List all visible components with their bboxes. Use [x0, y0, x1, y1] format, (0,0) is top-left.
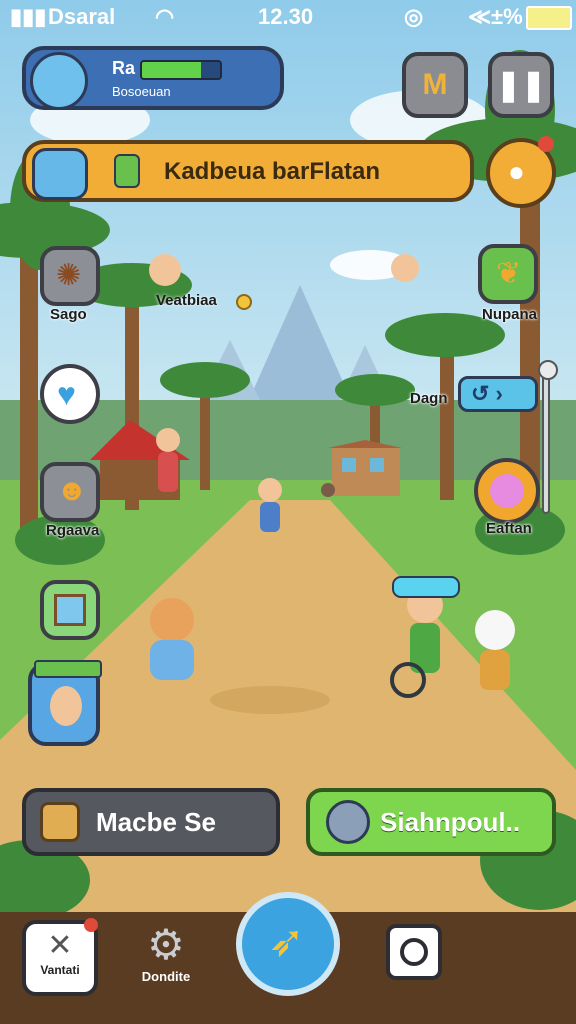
health-bar-fill	[142, 62, 201, 78]
smile-icon: ☻	[56, 474, 88, 507]
status-bar: ▮▮▮ Dsaral ◠ 12.30 ◎ ≪±%	[0, 0, 576, 34]
siahnpoul-button[interactable]: Siahnpoul..	[306, 788, 556, 856]
coin-icon	[236, 294, 252, 310]
quest-banner-text: Kadbeua barFlatan	[164, 158, 381, 185]
house	[328, 440, 402, 496]
toggle-icon: ↺ ›	[471, 381, 503, 406]
menu-label-rgaava: Rgaava	[46, 522, 100, 539]
menu-label-nupana: Nupana	[482, 306, 538, 323]
creature-icon	[326, 800, 370, 844]
menu-item-rgaava[interactable]: ☻	[40, 462, 100, 522]
companion-avatar	[50, 686, 82, 726]
siahnpoul-label: Siahnpoul..	[380, 806, 521, 837]
menu-item-eaftan[interactable]	[474, 458, 540, 524]
heart-icon: ♥	[57, 376, 76, 412]
signal-icon: ▮▮▮	[10, 4, 47, 29]
nav-notification-dot	[84, 918, 98, 932]
companion-bar	[34, 660, 102, 678]
menu-item-picture[interactable]	[40, 580, 100, 640]
menu-item-heart[interactable]: ♥	[40, 364, 100, 424]
menu-label-dagn: Dagn	[410, 390, 448, 407]
menu-label-eaftan: Eaftan	[486, 520, 532, 537]
player-avatar[interactable]	[30, 52, 88, 110]
companion-card[interactable]	[28, 660, 102, 746]
player-name: Ra	[112, 58, 136, 78]
macbe-se-button[interactable]: Macbe Se	[22, 788, 280, 856]
nav-label-dondite: Dondite	[141, 969, 191, 984]
compass-button[interactable]: ➶	[236, 892, 340, 996]
carrier-name: Dsaral	[48, 4, 116, 29]
quest-icon	[32, 148, 88, 200]
menu-label-sago: Sago	[50, 306, 87, 323]
leaf-icon: ❦	[496, 257, 522, 290]
menu-item-sago[interactable]: ✺	[40, 246, 100, 306]
map-icon: M	[422, 68, 448, 101]
profile-button[interactable]: ●	[486, 136, 556, 208]
player-profile-card[interactable]: Ra Bosoeuan	[22, 46, 284, 110]
nav-item-vantati[interactable]: ✕ Vantati	[22, 918, 98, 996]
toggle-button[interactable]: ↺ ›	[458, 376, 538, 412]
zoom-slider-knob[interactable]	[538, 360, 558, 380]
camera-icon	[400, 938, 428, 966]
map-button[interactable]: M	[402, 52, 468, 118]
nav-item-dondite[interactable]: ⚙ Dondite	[128, 920, 204, 984]
quest-plant-icon	[114, 154, 140, 188]
scroll-icon	[40, 802, 80, 842]
notification-dot	[538, 136, 554, 152]
battery-label: ≪±%	[468, 4, 523, 29]
picture-icon	[54, 594, 86, 626]
nav-label-vantati: Vantati	[40, 963, 80, 977]
macbe-se-label: Macbe Se	[96, 806, 216, 837]
orb-icon	[490, 474, 524, 508]
zoom-slider[interactable]	[538, 360, 558, 514]
wifi-icon: ◠	[155, 4, 175, 29]
nav-item-camera[interactable]	[386, 924, 442, 980]
pause-icon: ❚❚	[495, 68, 547, 102]
spider-icon: ✺	[56, 259, 82, 292]
menu-item-nupana[interactable]: ❦	[478, 244, 538, 304]
clock: 12.30	[258, 4, 314, 29]
tools-icon: ✕	[47, 929, 73, 962]
quest-banner[interactable]: Kadbeua barFlatan	[22, 140, 474, 202]
pause-button[interactable]: ❚❚	[488, 52, 554, 118]
gear-icon: ⚙	[147, 921, 185, 968]
player-subtitle: Bosoeuan	[112, 84, 171, 99]
user-icon: ●	[508, 156, 525, 187]
bottom-navigation: ✕ Vantati ⚙ Dondite ➶	[0, 892, 576, 1024]
battery-icon	[526, 6, 572, 30]
npc-name-label: Veatbiaa	[156, 292, 217, 309]
location-icon: ◎	[404, 4, 424, 29]
player-speech-bar	[392, 576, 460, 598]
compass-icon: ➶	[268, 917, 305, 966]
health-bar	[140, 60, 222, 80]
